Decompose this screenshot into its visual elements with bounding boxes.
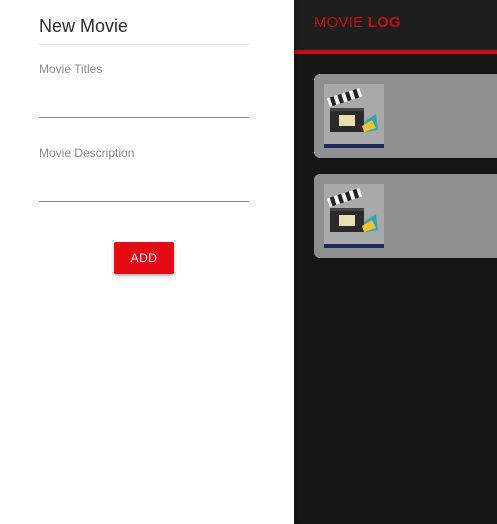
app-title-bold: LOG <box>367 14 401 31</box>
app-title-regular: MOVIE <box>314 14 368 31</box>
movie-description-label: Movie Description <box>39 146 135 160</box>
clapperboard-icon <box>324 84 384 148</box>
add-button[interactable]: ADD <box>114 242 174 274</box>
movie-card[interactable] <box>314 174 497 258</box>
movie-card[interactable] <box>314 74 497 158</box>
new-movie-drawer: New Movie Movie Titles Movie Description… <box>0 0 294 524</box>
movie-title-input[interactable] <box>39 89 249 118</box>
movie-description-input[interactable] <box>39 173 249 202</box>
clapperboard-icon <box>324 184 384 248</box>
movie-title-label: Movie Titles <box>39 62 103 76</box>
movie-description-field: Movie Description <box>39 146 249 202</box>
movie-title-field: Movie Titles <box>39 62 249 118</box>
drawer-title: New Movie <box>39 16 249 45</box>
app-title: MOVIE LOG <box>314 14 401 31</box>
